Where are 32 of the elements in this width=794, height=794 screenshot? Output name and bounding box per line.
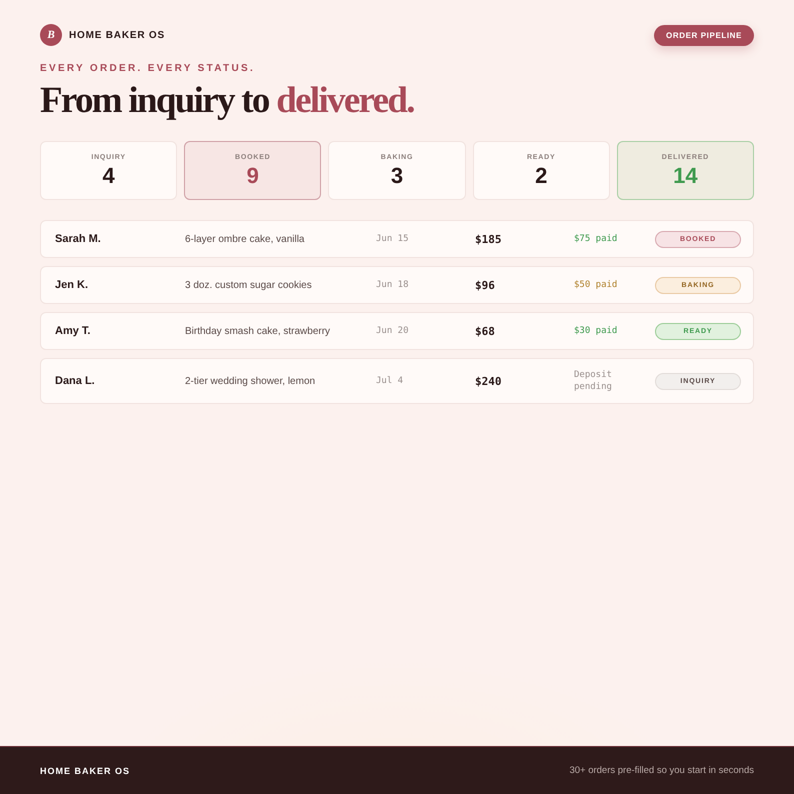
stage-count: 4 <box>102 164 115 188</box>
order-date: Jul 4 <box>376 376 404 386</box>
order-total: $240 <box>475 374 502 388</box>
customer-name: Sarah M. <box>55 233 102 245</box>
customer-name: Jen K. <box>55 279 90 291</box>
order-item: 6-layer ombre cake, vanilla <box>185 234 306 244</box>
customer-name: Amy T. <box>55 325 92 337</box>
order-item: 2-tier wedding shower, lemon <box>185 376 316 386</box>
order-date: Jun 18 <box>376 280 410 290</box>
stage-count: 14 <box>673 164 698 188</box>
headline: From inquiry to delivered. <box>40 80 415 122</box>
payment-status: $30 paid <box>574 325 618 337</box>
footer-tagline: 30+ orders pre-filled so you start in seconds <box>569 765 754 776</box>
order-total: $68 <box>475 324 496 338</box>
payment-status: $50 paid <box>574 279 618 291</box>
order-pipeline-button[interactable]: ORDER PIPELINE <box>654 24 754 46</box>
stage-count: 2 <box>535 164 548 188</box>
payment-status: $75 paid <box>574 233 618 245</box>
brand-name: HOME BAKER OS <box>69 30 165 40</box>
order-date: Jun 20 <box>376 326 410 336</box>
order-date: Jun 15 <box>376 234 410 244</box>
order-item: 3 doz. custom sugar cookies <box>185 280 313 290</box>
payment-status: Deposit pending <box>574 369 613 393</box>
logo-badge: B <box>40 24 62 46</box>
order-total: $185 <box>475 232 502 246</box>
footer-brand: HOME BAKER OS <box>40 766 130 776</box>
eyebrow-text: EVERY ORDER. EVERY STATUS. <box>40 63 256 74</box>
stage-count: 9 <box>246 164 259 188</box>
customer-name: Dana L. <box>55 375 96 387</box>
stage-count: 3 <box>390 164 404 188</box>
order-total: $96 <box>475 278 496 292</box>
order-item: Birthday smash cake, strawberry <box>185 326 332 336</box>
